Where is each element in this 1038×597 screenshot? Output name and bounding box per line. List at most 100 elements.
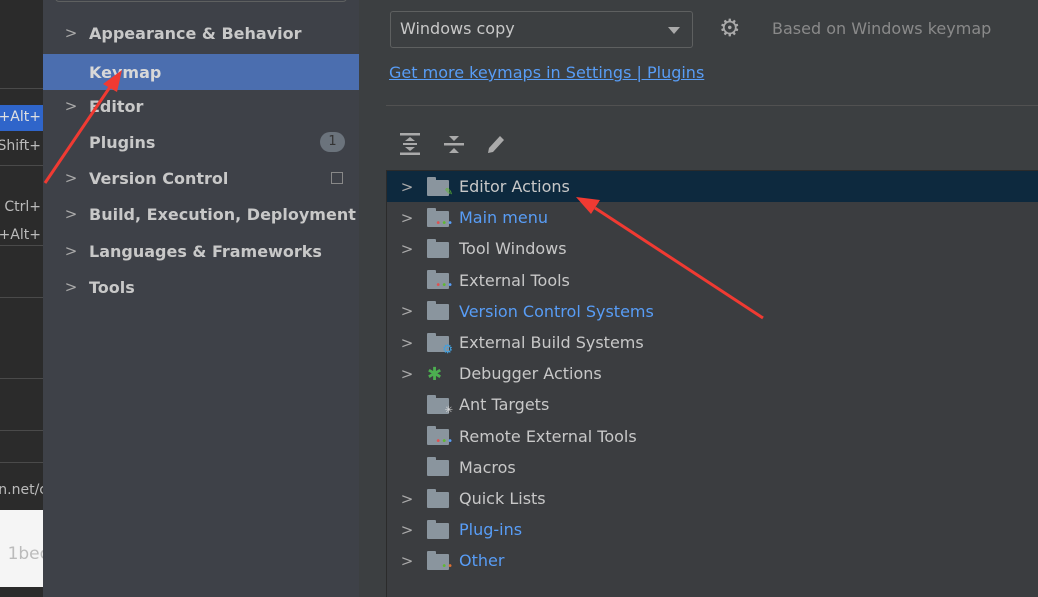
tree-row[interactable]: > •• Other	[387, 545, 1038, 576]
tree-row-label: Remote External Tools	[459, 426, 637, 446]
chevron-right-icon: >	[64, 278, 78, 296]
sidebar-item-appearance[interactable]: > Appearance & Behavior	[43, 16, 359, 50]
divider	[0, 462, 43, 463]
background-text: +Alt+	[0, 227, 41, 243]
tree-row-label: Ant Targets	[459, 395, 550, 415]
tree-row-label: Macros	[459, 457, 516, 477]
tree-row-label: External Tools	[459, 270, 570, 290]
divider	[0, 378, 43, 379]
tree-row-label: Debugger Actions	[459, 364, 602, 384]
sidebar-item-label: Tools	[89, 277, 135, 297]
dropdown-arrow-icon	[668, 27, 680, 34]
sidebar-item-label: Plugins	[89, 132, 156, 152]
sidebar-item-label: Languages & Frameworks	[89, 241, 322, 261]
divider	[0, 245, 43, 246]
folder-icon: •••	[427, 426, 453, 447]
project-scope-icon	[331, 172, 343, 184]
background-text: Ctrl+	[4, 199, 41, 215]
tree-row[interactable]: > ✎ Editor Actions	[387, 171, 1038, 202]
tree-row-label: Quick Lists	[459, 489, 546, 508]
chevron-right-icon[interactable]: >	[387, 521, 427, 539]
sidebar-item-editor[interactable]: > Editor	[43, 89, 359, 123]
tree-row-label: External Build Systems	[459, 333, 644, 352]
actions-tree: > ✎ Editor Actions > ••• Main menu > Tool Windo…	[386, 170, 1038, 597]
folder-icon	[427, 457, 451, 477]
background-text: 1bec	[7, 544, 43, 564]
chevron-right-icon[interactable]: >	[387, 490, 427, 508]
divider	[0, 297, 43, 298]
folder-icon: ✎	[427, 176, 453, 197]
folder-icon	[427, 488, 451, 508]
edit-icon[interactable]	[485, 132, 507, 161]
background-white-area: 1bec	[0, 510, 43, 587]
divider	[386, 105, 1038, 106]
tree-row[interactable]: > ⚙ External Build Systems	[387, 327, 1038, 358]
settings-sidebar: > Appearance & Behavior Keymap > Editor Pl…	[43, 0, 359, 597]
sidebar-item-build[interactable]: > Build, Execution, Deployment	[43, 197, 359, 231]
tree-row[interactable]: ✳ Ant Targets	[387, 389, 1038, 420]
tree-row-label: Editor Actions	[459, 177, 570, 196]
sidebar-item-tools[interactable]: > Tools	[43, 270, 359, 304]
chevron-right-icon[interactable]: >	[387, 209, 427, 227]
folder-icon: ••	[427, 550, 453, 571]
background-text: ln.net/c	[0, 482, 43, 498]
tree-row[interactable]: > Version Control Systems	[387, 296, 1038, 327]
sidebar-item-keymap[interactable]: Keymap	[43, 54, 359, 90]
sidebar-item-version-control[interactable]: > Version Control	[43, 161, 359, 195]
background-text: +Alt+	[0, 109, 41, 125]
collapse-all-icon[interactable]	[443, 132, 465, 161]
chevron-right-icon[interactable]: >	[387, 365, 427, 383]
tree-row[interactable]: ••• Remote External Tools	[387, 421, 1038, 452]
folder-icon: ⚙	[427, 332, 453, 355]
sidebar-item-label: Version Control	[89, 168, 229, 188]
tree-row[interactable]: > ✱ Debugger Actions	[387, 358, 1038, 389]
divider	[0, 165, 43, 166]
tree-row-label: Tool Windows	[459, 239, 567, 259]
background-window: +Alt+ Shift+ Ctrl+ +Alt+ ln.net/c 1bec	[0, 0, 43, 597]
expand-all-icon[interactable]	[399, 132, 421, 161]
tree-row-label: Plug-ins	[459, 520, 523, 540]
sidebar-item-label: Editor	[89, 96, 144, 116]
keymap-panel: Windows copy ⚙ Based on Windows keymap G…	[359, 0, 1038, 597]
chevron-right-icon: >	[64, 205, 78, 223]
chevron-right-icon: >	[64, 97, 78, 115]
sidebar-item-plugins[interactable]: Plugins 1	[43, 125, 359, 159]
tree-row[interactable]: ••• External Tools	[387, 265, 1038, 296]
gear-icon[interactable]: ⚙	[719, 14, 741, 42]
update-count-badge: 1	[320, 132, 345, 152]
folder-icon: ✳	[427, 394, 453, 415]
keymap-select[interactable]: Windows copy	[390, 11, 693, 48]
tree-row[interactable]: Macros	[387, 452, 1038, 483]
chevron-right-icon: >	[64, 24, 78, 42]
tree-row[interactable]: > Tool Windows	[387, 233, 1038, 264]
tree-row[interactable]: > ••• Main menu	[387, 202, 1038, 233]
chevron-right-icon[interactable]: >	[387, 552, 427, 570]
chevron-right-icon: >	[64, 242, 78, 260]
folder-icon	[427, 519, 451, 539]
folder-icon: •••	[427, 207, 453, 228]
tree-row[interactable]: > Plug-ins	[387, 514, 1038, 545]
tree-row[interactable]: > Quick Lists	[387, 483, 1038, 514]
divider	[0, 430, 43, 431]
bug-icon: ✱	[427, 363, 443, 385]
background-text: Shift+	[0, 138, 41, 154]
get-more-keymaps-link[interactable]: Get more keymaps in Settings | Plugins	[389, 63, 704, 82]
tree-row-label: Other	[459, 551, 505, 571]
sidebar-item-label: Build, Execution, Deployment	[89, 204, 356, 224]
divider	[0, 88, 43, 89]
sidebar-item-label: Keymap	[89, 62, 162, 82]
chevron-right-icon[interactable]: >	[387, 334, 427, 352]
chevron-right-icon[interactable]: >	[387, 178, 427, 196]
tree-row-label: Main menu	[459, 208, 548, 228]
chevron-right-icon[interactable]: >	[387, 240, 427, 258]
folder-icon	[427, 301, 451, 321]
chevron-right-icon: >	[64, 169, 78, 187]
keymap-select-value: Windows copy	[400, 19, 515, 38]
folder-icon	[427, 238, 451, 258]
tree-row-label: Version Control Systems	[459, 301, 654, 321]
sidebar-item-label: Appearance & Behavior	[89, 23, 302, 43]
chevron-right-icon[interactable]: >	[387, 302, 427, 320]
based-on-label: Based on Windows keymap	[772, 19, 992, 38]
settings-search-input[interactable]	[55, 0, 347, 2]
sidebar-item-languages[interactable]: > Languages & Frameworks	[43, 234, 359, 268]
